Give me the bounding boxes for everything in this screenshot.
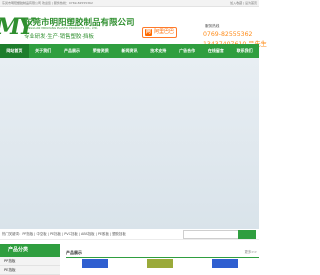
company-logo[interactable]: MY — [0, 15, 34, 39]
alibaba-label: 阿里巴巴 — [154, 29, 175, 35]
header: MY 东莞市明阳塑胶制品有限公司 DONGGUAN MINGYANG PLAST… — [0, 7, 267, 48]
nav-item-honors[interactable]: 荣誉资质 — [86, 44, 115, 58]
top-bar: 东莞市明阳塑胶制品有限公司 欢迎您 | 服务热线：0769-82555362 加… — [0, 0, 259, 7]
nav-item-news[interactable]: 新闻资讯 — [115, 44, 144, 58]
product-card[interactable] — [135, 259, 185, 268]
product-image[interactable] — [147, 259, 173, 268]
main-nav: 网站首页 关于我们 产品展示 荣誉资质 新闻资讯 技术支持 广告合作 在线留言 … — [0, 44, 259, 58]
phone-number: 0769-82555362 — [203, 31, 253, 38]
hot-keywords[interactable]: 热门关键词：PP挡板 | 中空板 | PE挡板 | PVC挡板 | ABS挡板 … — [2, 231, 126, 236]
nav-item-home[interactable]: 网站首页 — [0, 44, 29, 58]
nav-item-products[interactable]: 产品展示 — [58, 44, 87, 58]
company-slogan: 专业研发·生产·销售塑胶·挡板 — [24, 34, 94, 40]
nav-item-tech[interactable]: 技术支持 — [144, 44, 173, 58]
welcome-text: 东莞市明阳塑胶制品有限公司 欢迎您 | 服务热线：0769-82555362 — [2, 1, 93, 5]
hero-banner — [0, 58, 259, 230]
more-link[interactable]: 更多>> — [245, 248, 257, 257]
company-name-en: DONGGUAN MINGYANG PLASTIC PRODUCTS CO., … — [24, 27, 98, 30]
product-card[interactable] — [200, 259, 250, 268]
product-image[interactable] — [82, 259, 108, 268]
nav-item-ads[interactable]: 广告合作 — [173, 44, 202, 58]
top-links[interactable]: 加入收藏 | 设为首页 — [230, 0, 257, 6]
hotline-label: 服务热线 — [205, 24, 220, 28]
sidebar-item-pp[interactable]: PP挡板 — [0, 257, 60, 266]
product-card[interactable] — [70, 259, 120, 268]
search-bar: 热门关键词：PP挡板 | 中空板 | PE挡板 | PVC挡板 | ABS挡板 … — [0, 229, 259, 240]
products-header: 产品展示 更多>> — [66, 248, 259, 258]
alibaba-link[interactable]: 阿 阿里巴巴 — [142, 27, 177, 38]
search-input[interactable] — [183, 230, 239, 239]
nav-item-contact[interactable]: 联系我们 — [230, 44, 259, 58]
products-title: 产品展示 — [66, 250, 82, 255]
search-button[interactable] — [238, 230, 256, 239]
sidebar-item-pe[interactable]: PE挡板 — [0, 266, 60, 275]
alibaba-icon: 阿 — [145, 29, 152, 36]
nav-item-about[interactable]: 关于我们 — [29, 44, 58, 58]
nav-item-message[interactable]: 在线留言 — [201, 44, 230, 58]
sidebar-title: 产品分类 — [0, 244, 60, 257]
product-image[interactable] — [212, 259, 238, 268]
